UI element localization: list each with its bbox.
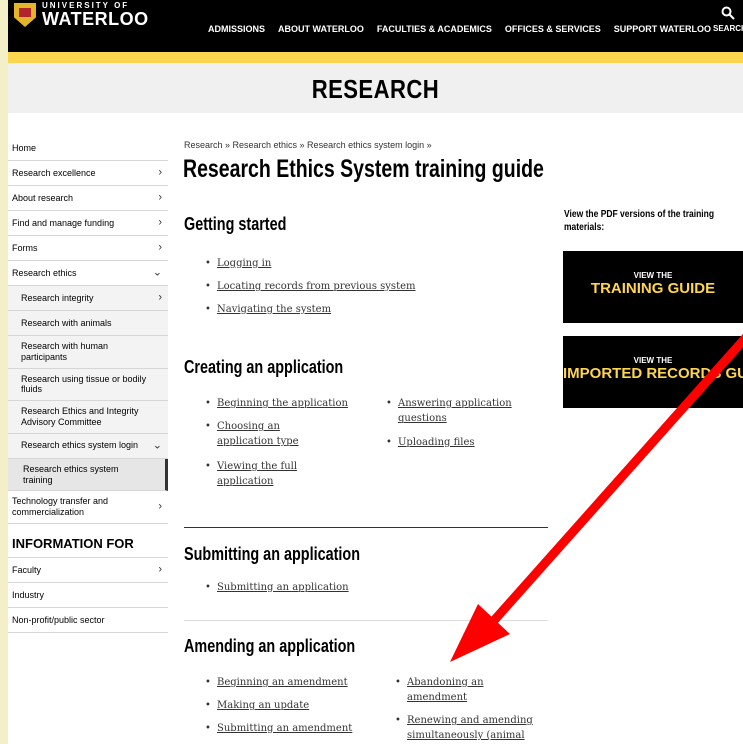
sidebar-item-label: Research excellence — [12, 167, 96, 178]
link-submitting-amendment[interactable]: Submitting an amendment — [205, 721, 352, 736]
sidebar-item-label: Research with animals — [21, 317, 112, 328]
sidebar-item-faculty[interactable]: Faculty › — [8, 558, 168, 583]
information-for-heading: INFORMATION FOR — [8, 524, 168, 558]
section-banner: RESEARCH — [8, 63, 743, 113]
section-heading-amending: Amending an application — [184, 636, 398, 657]
sidebar-item-human-participants[interactable]: Research with human participants — [8, 336, 168, 369]
link-answering-questions[interactable]: Answering application questions — [386, 396, 538, 426]
link-navigating-system[interactable]: Navigating the system — [205, 302, 331, 317]
link-locating-records[interactable]: Locating records from previous system — [205, 279, 415, 294]
gold-accent-bar — [8, 52, 743, 63]
sidebar-item-label: Research ethics — [12, 267, 77, 278]
sidebar-item-label: Forms — [12, 242, 38, 253]
crest-icon — [14, 3, 36, 27]
page-title-text: Research Ethics System training guide — [183, 155, 544, 183]
section-heading-text: Getting started — [184, 214, 287, 234]
chevron-right-icon[interactable]: › — [158, 216, 162, 229]
nav-support-waterloo[interactable]: SUPPORT WATERLOO — [614, 24, 711, 34]
logo-big-text: WATERLOO — [42, 9, 149, 29]
link-beginning-amendment[interactable]: Beginning an amendment — [205, 675, 348, 690]
sidebar-item-home[interactable]: Home — [8, 136, 168, 161]
link-abandoning-amendment[interactable]: Abandoning an amendment — [395, 675, 517, 705]
link-making-update[interactable]: Making an update — [205, 698, 309, 713]
sidebar-item-label: Technology transfer and commercializatio… — [12, 496, 109, 518]
left-margin — [0, 0, 8, 744]
sidebar-item-label: Research integrity — [21, 292, 94, 303]
link-uploading-files[interactable]: Uploading files — [386, 435, 474, 450]
sidebar-item-advisory-committee[interactable]: Research Ethics and Integrity Advisory C… — [8, 401, 168, 434]
chevron-right-icon[interactable]: › — [158, 166, 162, 179]
link-beginning-application[interactable]: Beginning the application — [205, 396, 367, 411]
chevron-down-icon[interactable]: ⌄ — [153, 266, 162, 279]
link-renewing-amending[interactable]: Renewing and amending simultaneously (an… — [395, 713, 557, 743]
chevron-right-icon[interactable]: › — [158, 563, 162, 576]
button-big-label: IMPORTED RECORDS GUIDE — [563, 365, 743, 382]
nav-admissions[interactable]: ADMISSIONS — [208, 24, 265, 34]
breadcrumb[interactable]: Research » Research ethics » Research et… — [184, 140, 432, 150]
chevron-right-icon[interactable]: › — [158, 241, 162, 254]
section-heading-creating: Creating an application — [184, 357, 383, 378]
button-big-label: TRAINING GUIDE — [590, 280, 716, 297]
sidebar-item-about-research[interactable]: About research › — [8, 186, 168, 211]
link-choosing-type[interactable]: Choosing an application type — [205, 419, 327, 449]
section-divider — [184, 620, 548, 621]
view-imported-records-guide-button[interactable]: VIEW THE IMPORTED RECORDS GUIDE — [563, 336, 743, 408]
sidebar-nav: Home Research excellence › About research… — [8, 136, 168, 633]
banner-title: RESEARCH — [311, 74, 440, 104]
sidebar-item-animals[interactable]: Research with animals — [8, 311, 168, 336]
link-logging-in[interactable]: Logging in — [205, 256, 271, 271]
search-icon — [713, 6, 743, 24]
chevron-right-icon[interactable]: › — [158, 191, 162, 204]
pdf-note: View the PDF versions of the training ma… — [564, 208, 743, 234]
search-label: SEARCH — [713, 24, 743, 33]
sidebar-item-label: About research — [12, 192, 74, 203]
section-heading-text: Creating an application — [184, 357, 344, 377]
sidebar-item-research-ethics[interactable]: Research ethics ⌄ — [8, 261, 168, 286]
section-heading-submitting: Submitting an application — [184, 544, 404, 565]
section-heading-text: Amending an application — [184, 636, 356, 656]
chevron-down-icon[interactable]: ⌄ — [153, 439, 162, 452]
view-training-guide-button[interactable]: VIEW THE TRAINING GUIDE — [563, 251, 743, 323]
university-logo[interactable]: UNIVERSITY OF WATERLOO — [14, 2, 149, 28]
main-nav: ADMISSIONS ABOUT WATERLOO FACULTIES & AC… — [208, 24, 711, 34]
sidebar-item-label: Research with human participants — [21, 341, 109, 362]
sidebar-item-system-login[interactable]: Research ethics system login ⌄ — [8, 433, 168, 459]
top-navigation-bar: UNIVERSITY OF WATERLOO ADMISSIONS ABOUT … — [8, 0, 743, 52]
section-heading-text: Submitting an application — [184, 544, 360, 564]
sidebar-item-label: Industry — [12, 589, 45, 600]
sidebar-item-label: Research using tissue or bodily fluids — [21, 373, 147, 395]
sidebar-item-label: Faculty — [12, 564, 42, 575]
nav-offices-services[interactable]: OFFICES & SERVICES — [505, 24, 601, 34]
nav-faculties-academics[interactable]: FACULTIES & ACADEMICS — [377, 24, 492, 34]
sidebar-item-label: Non-profit/public sector — [12, 614, 105, 625]
section-heading-getting-started: Getting started — [184, 214, 312, 235]
sidebar-item-label: Find and manage funding — [12, 217, 115, 228]
page-frame: UNIVERSITY OF WATERLOO ADMISSIONS ABOUT … — [8, 0, 743, 744]
pdf-note-text: View the PDF versions of the training ma… — [564, 209, 715, 233]
sidebar-item-tech-transfer[interactable]: Technology transfer and commercializatio… — [8, 491, 168, 524]
sidebar-item-system-training[interactable]: Research ethics system training — [8, 458, 168, 492]
chevron-right-icon[interactable]: › — [158, 291, 162, 304]
sidebar-item-research-integrity[interactable]: Research integrity › — [8, 286, 168, 311]
chevron-right-icon[interactable]: › — [158, 501, 162, 514]
sidebar-item-industry[interactable]: Industry — [8, 583, 168, 608]
button-small-label: VIEW THE — [633, 356, 673, 365]
sidebar-item-tissue[interactable]: Research using tissue or bodily fluids — [8, 368, 168, 402]
nav-about-waterloo[interactable]: ABOUT WATERLOO — [278, 24, 364, 34]
section-divider — [184, 527, 548, 528]
button-small-label: VIEW THE — [633, 271, 673, 280]
link-viewing-full-application[interactable]: Viewing the full application — [205, 459, 327, 489]
link-submitting-application[interactable]: Submitting an application — [205, 580, 349, 595]
sidebar-item-funding[interactable]: Find and manage funding › — [8, 211, 168, 236]
search-button[interactable]: SEARCH — [713, 6, 743, 33]
sidebar-item-forms[interactable]: Forms › — [8, 236, 168, 261]
sidebar-item-label: Research ethics system login — [21, 440, 139, 451]
sidebar-item-label: Research Ethics and Integrity Advisory C… — [21, 406, 139, 427]
sidebar-item-research-excellence[interactable]: Research excellence › — [8, 161, 168, 186]
page-title: Research Ethics System training guide — [183, 155, 646, 184]
sidebar-item-label: Research ethics system training — [23, 463, 119, 485]
sidebar-item-nonprofit[interactable]: Non-profit/public sector — [8, 608, 168, 633]
sidebar-item-label: Home — [12, 142, 37, 153]
